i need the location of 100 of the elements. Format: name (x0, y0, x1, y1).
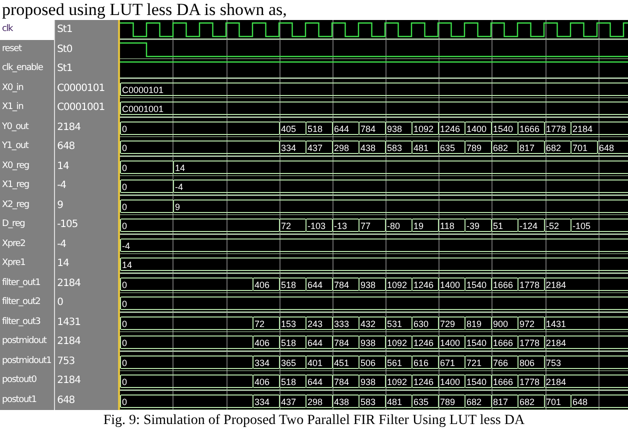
bus-value: 789 (440, 396, 456, 406)
intro-text: proposed using LUT less DA is shown as, (1, 0, 288, 20)
bus-value: 243 (308, 318, 323, 328)
bus-value: 630 (414, 318, 429, 328)
bus-value: 766 (493, 358, 508, 368)
bus-value: 644 (308, 338, 323, 348)
bus-value: 0 (122, 318, 128, 328)
bus-value: 1540 (466, 377, 487, 387)
bus-value: 1092 (414, 124, 434, 134)
bus-value: 518 (281, 377, 296, 387)
signal-name[interactable]: D_reg (0, 215, 56, 234)
bus-value: 333 (334, 318, 350, 328)
bus-value: 938 (360, 338, 376, 348)
bus-value: 1400 (466, 124, 487, 134)
bus-value: 1431 (546, 318, 566, 328)
signal-name[interactable]: Xpre2 (0, 234, 56, 254)
bus-value: C0001001 (122, 104, 164, 114)
bus-value: 2184 (546, 377, 566, 387)
signal-name[interactable]: X0_reg (0, 156, 56, 176)
bus-value: 14 (122, 260, 132, 270)
signal-name[interactable]: clk (0, 20, 56, 40)
bus-value: 0 (122, 396, 128, 406)
bus-value: 1246 (414, 338, 434, 348)
bus-value: -105 (572, 221, 591, 231)
bus-value: 1092 (387, 338, 408, 348)
bus-value: 0 (122, 162, 128, 172)
bus-value: 0 (122, 124, 128, 134)
signal-name[interactable]: Y1_out (0, 137, 56, 156)
bus-value: 481 (387, 396, 402, 406)
bus-value: 437 (281, 396, 296, 406)
signal-name[interactable]: Y0_out (0, 118, 56, 137)
bus-value: 2184 (546, 338, 566, 348)
bus-value: 616 (414, 358, 429, 368)
bus-value: 635 (440, 143, 456, 153)
signal-name[interactable]: filter_out1 (0, 274, 56, 293)
bus-value: 451 (334, 358, 350, 368)
bus-value: 1666 (493, 377, 514, 387)
bus-value: 972 (520, 318, 535, 328)
bus-value: 1246 (414, 280, 434, 290)
bus-value: 406 (254, 377, 270, 387)
bus-value: 1246 (440, 124, 460, 134)
bus-value: 900 (493, 318, 508, 328)
bus-value: 789 (466, 143, 482, 153)
bus-value: 1778 (520, 338, 540, 348)
bus-value: 817 (493, 396, 508, 406)
bus-value: 437 (308, 143, 323, 153)
bus-value: 0 (122, 338, 128, 348)
bus-value: 644 (334, 124, 350, 134)
signal-name[interactable]: postout1 (0, 390, 56, 410)
bus-value: 644 (308, 377, 323, 387)
bus-value: 806 (520, 358, 535, 368)
bus-value: 1666 (493, 280, 514, 290)
bus-value: 729 (440, 318, 456, 328)
signal-name[interactable]: reset (0, 40, 56, 59)
bus-value: 671 (440, 358, 456, 368)
bus-value: -124 (520, 221, 538, 231)
signal-name[interactable]: X2_reg (0, 196, 56, 215)
bus-value: 298 (334, 143, 350, 153)
signal-name[interactable]: Xpre1 (0, 254, 56, 274)
bus-value: 1666 (520, 124, 540, 134)
bus-value: 701 (572, 143, 588, 153)
bus-value: C0000101 (122, 84, 164, 94)
bus-value: 682 (520, 396, 535, 406)
bus-value: 1246 (414, 377, 434, 387)
bus-value: 1666 (493, 338, 514, 348)
bus-value: 0 (122, 299, 128, 309)
bus-value: 518 (281, 338, 296, 348)
bus-value: 819 (466, 318, 482, 328)
signal-name[interactable]: postmidout (0, 332, 56, 352)
signal-name[interactable]: clk_enable (0, 59, 56, 78)
bus-value: 401 (308, 358, 323, 368)
bus-value: 784 (334, 338, 350, 348)
bus-value: 701 (546, 396, 562, 406)
bus-value: 1778 (520, 280, 540, 290)
bus-value: -13 (334, 221, 348, 231)
signal-name[interactable]: X1_reg (0, 176, 56, 196)
bus-value: 1400 (440, 377, 460, 387)
bus-value: 14 (175, 162, 186, 172)
signal-name[interactable]: X1_in (0, 98, 56, 118)
bus-value: 635 (414, 396, 429, 406)
bus-value: 938 (360, 377, 376, 387)
bus-value: 0 (122, 377, 128, 387)
figure-caption: Fig. 9: Simulation of Proposed Two Parallel FIR Filter Using LUT less DA (102, 412, 526, 429)
bus-value: 1400 (440, 338, 460, 348)
bus-value: 72 (281, 221, 292, 231)
signal-name[interactable]: filter_out3 (0, 312, 56, 332)
signal-name[interactable]: X0_in (0, 78, 56, 98)
signal-name[interactable]: postmidout1 (0, 352, 56, 371)
bus-value: 0 (122, 358, 128, 368)
bus-value: 1092 (387, 280, 408, 290)
signal-name[interactable]: postout0 (0, 371, 56, 390)
bus-value: 682 (546, 143, 562, 153)
bus-value: 784 (334, 280, 350, 290)
bus-value: -103 (308, 221, 326, 231)
bus-value: 0 (122, 280, 128, 290)
bus-value: 784 (360, 124, 376, 134)
bus-value: 19 (414, 221, 424, 231)
signal-name[interactable]: filter_out2 (0, 293, 56, 312)
bus-value: 334 (254, 358, 270, 368)
bus-value: 0 (122, 202, 128, 212)
